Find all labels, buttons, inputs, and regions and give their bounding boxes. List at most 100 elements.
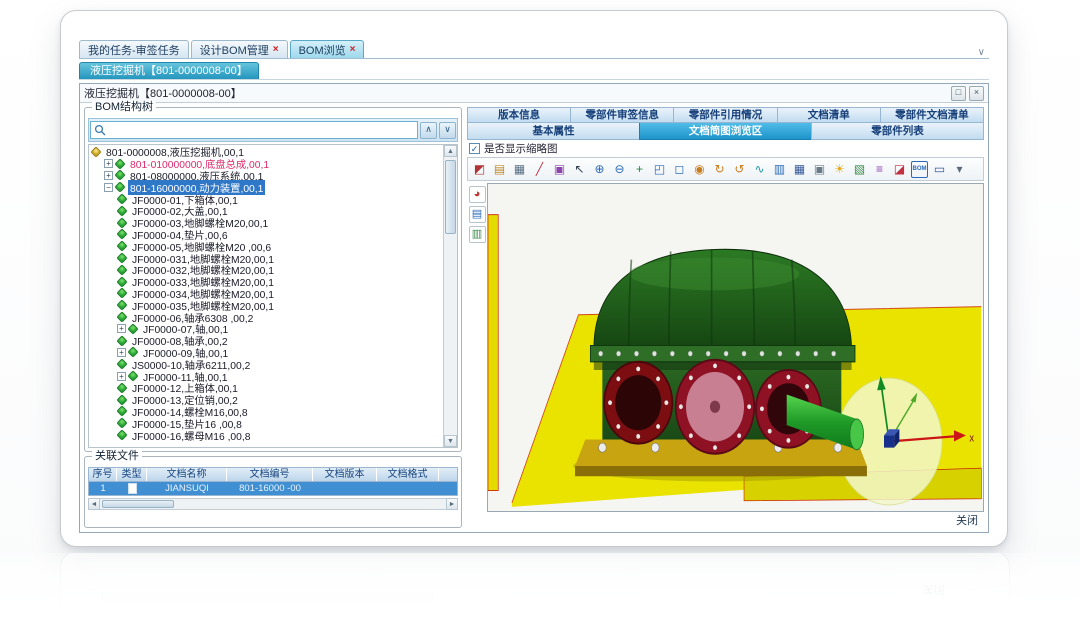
expand-icon[interactable]: + xyxy=(117,324,126,333)
table-row[interactable]: 1JIANSUQI801-16000 -00 xyxy=(88,482,458,496)
scroll-down-icon[interactable]: ▼ xyxy=(444,435,457,447)
model-tree-icon[interactable]: ▥ xyxy=(469,226,486,243)
3d-viewport[interactable]: x xyxy=(487,183,984,512)
file-cell: 1 xyxy=(89,482,117,495)
search-prev-button[interactable]: ∧ xyxy=(420,122,437,139)
search-input[interactable] xyxy=(90,121,418,139)
pan-icon[interactable]: + xyxy=(631,161,648,178)
gearbox-scene: x xyxy=(488,184,983,511)
window-reflection: 关闭 xyxy=(0,553,1080,620)
part-icon xyxy=(116,205,127,216)
markup-icon[interactable]: ◪ xyxy=(891,161,908,178)
sub-tab-bar: 液压挖掘机【801-0000008-00】 xyxy=(79,59,989,80)
select-pointer-icon[interactable]: ↖ xyxy=(571,161,588,178)
scroll-right-icon[interactable]: ► xyxy=(446,498,458,510)
edit-redline-icon[interactable]: ╱ xyxy=(531,161,548,178)
tab-label: BOM浏览 xyxy=(299,42,346,58)
overflow-icon[interactable]: ▾ xyxy=(951,161,968,178)
pie-view-icon[interactable]: ◕ xyxy=(469,186,486,203)
main-tab[interactable]: 我的任务-审签任务 xyxy=(79,40,189,58)
stamp-icon[interactable]: ▣ xyxy=(551,161,568,178)
info-tab[interactable]: 文档清单 xyxy=(777,107,880,123)
scroll-thumb[interactable] xyxy=(445,160,456,234)
scroll-track[interactable] xyxy=(444,157,457,435)
tree-item[interactable]: JF0000-16,螺母M16 ,00,8 xyxy=(89,429,443,441)
zoom-out-icon[interactable]: ⊖ xyxy=(611,161,628,178)
file-cell xyxy=(117,482,147,495)
tree-search-bar: ∧ ∨ xyxy=(88,118,458,142)
tree-scrollbar[interactable]: ▲ ▼ xyxy=(443,145,457,447)
part-icon xyxy=(116,252,127,263)
bom-label-icon[interactable]: BOM xyxy=(911,161,928,178)
tree-item-label: JF0000-16,螺母M16 ,00,8 xyxy=(130,428,252,443)
tree-area: 801-0000008,液压挖掘机,00,1+801-010000000,底盘总… xyxy=(88,144,458,448)
restore-button[interactable]: □ xyxy=(951,86,966,101)
expand-icon[interactable]: + xyxy=(117,348,126,357)
walkthrough-icon[interactable]: ∿ xyxy=(751,161,768,178)
main-tab[interactable]: 设计BOM管理 × xyxy=(191,40,288,58)
view-tab[interactable]: 零部件列表 xyxy=(811,123,984,140)
file-column-header: 序号 xyxy=(89,468,117,481)
grid-icon[interactable]: ▦ xyxy=(791,161,808,178)
subtab-hydraulic-excavator[interactable]: 液压挖掘机【801-0000008-00】 xyxy=(79,62,259,79)
expand-icon[interactable]: + xyxy=(104,159,113,168)
view-tab[interactable]: 文档简图浏览区 xyxy=(639,123,811,140)
hscroll-thumb[interactable] xyxy=(102,500,174,508)
rotate-ccw-icon[interactable]: ↺ xyxy=(731,161,748,178)
info-tab[interactable]: 零部件引用情况 xyxy=(673,107,776,123)
part-icon xyxy=(116,300,127,311)
orbit-icon[interactable]: ◉ xyxy=(691,161,708,178)
print-icon[interactable]: ▦ xyxy=(511,161,528,178)
zoom-in-icon[interactable]: ⊕ xyxy=(591,161,608,178)
search-next-button[interactable]: ∨ xyxy=(439,122,456,139)
scroll-left-icon[interactable]: ◄ xyxy=(88,498,100,510)
part-icon xyxy=(116,382,127,393)
panel-footer: 关闭 xyxy=(467,512,984,528)
left-column: BOM结构树 ∧ ∨ 801- xyxy=(84,107,462,528)
zoom-fit-icon[interactable]: ◻ xyxy=(671,161,688,178)
doc-panel-icon[interactable]: ▤ xyxy=(469,206,486,223)
rotate-cw-icon[interactable]: ↻ xyxy=(711,161,728,178)
view-tab[interactable]: 基本属性 xyxy=(467,123,639,140)
viewport-row: ◕ ▤ ▥ xyxy=(467,183,984,512)
collapse-icon[interactable]: − xyxy=(104,183,113,192)
part-icon xyxy=(114,170,125,181)
tab-overflow-chevron-icon[interactable]: ∨ xyxy=(978,47,989,58)
files-hscrollbar[interactable]: ◄ ► xyxy=(88,498,458,510)
tab-label: 设计BOM管理 xyxy=(200,42,269,58)
scroll-up-icon[interactable]: ▲ xyxy=(444,145,457,157)
part-icon xyxy=(116,418,127,429)
close-link[interactable]: 关闭 xyxy=(956,512,978,528)
section-icon[interactable]: ▥ xyxy=(771,161,788,178)
file-column-header: 文档编号 xyxy=(227,468,313,481)
desktop-background: 我的任务-审签任务 设计BOM管理 × BOM浏览 × ∨ 液压挖掘机【801-0000… xyxy=(0,0,1080,620)
zoom-window-icon[interactable]: ◰ xyxy=(651,161,668,178)
bom-tree: 801-0000008,液压挖掘机,00,1+801-010000000,底盘总… xyxy=(89,145,443,447)
close-button[interactable]: × xyxy=(969,86,984,101)
tab-close-icon[interactable]: × xyxy=(273,44,279,55)
view-manager-icon[interactable]: ◩ xyxy=(471,161,488,178)
info-tab[interactable]: 版本信息 xyxy=(467,107,570,123)
file-column-header: 类型 xyxy=(117,468,147,481)
thumbnail-checkbox[interactable]: ✓ xyxy=(469,143,480,154)
screen-icon[interactable]: ▭ xyxy=(931,161,948,178)
info-tab[interactable]: 零部件文档清单 xyxy=(880,107,984,123)
info-tab[interactable]: 零部件审签信息 xyxy=(570,107,673,123)
tab-label: 我的任务-审签任务 xyxy=(88,42,180,58)
thumbnail-option-row: ✓ 是否显示缩略图 xyxy=(467,140,984,157)
tab-close-icon[interactable]: × xyxy=(350,44,356,55)
related-files-group-title: 关联文件 xyxy=(92,450,142,463)
layers-icon[interactable]: ≡ xyxy=(871,161,888,178)
view-tab-row: 基本属性文档简图浏览区零部件列表 xyxy=(467,123,984,140)
open-file-icon[interactable]: ▤ xyxy=(491,161,508,178)
image-icon[interactable]: ▧ xyxy=(851,161,868,178)
hscroll-track[interactable] xyxy=(100,498,446,510)
part-icon xyxy=(116,193,127,204)
expand-icon[interactable]: + xyxy=(104,171,113,180)
expand-icon[interactable]: + xyxy=(117,372,126,381)
light-icon[interactable]: ☀ xyxy=(831,161,848,178)
main-tab[interactable]: BOM浏览 × xyxy=(290,40,365,58)
panel-title-bar: 液压挖掘机【801-0000008-00】 □ × xyxy=(80,84,988,103)
snapshot-icon[interactable]: ▣ xyxy=(811,161,828,178)
viewer-toolbar: ◩▤▦╱▣↖⊕⊖+◰◻◉↻↺∿▥▦▣☀▧≡◪BOM▭▾ xyxy=(467,157,984,181)
